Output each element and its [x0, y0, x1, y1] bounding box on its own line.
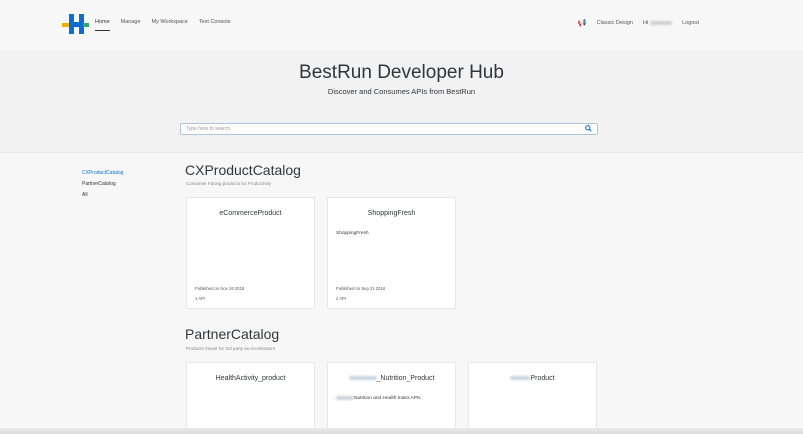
top-bar: Home Manage My Workspace Test Console 📢 …	[0, 0, 803, 50]
redacted-text	[510, 376, 531, 381]
catalog-sidebar: CXProductCatalog PartnerCatalog All	[82, 170, 123, 203]
sidebar-item-cxproductcatalog[interactable]: CXProductCatalog	[82, 170, 123, 176]
logout-link[interactable]: Logout	[682, 20, 699, 26]
card-description: Nutrition and Health Index APIs	[336, 395, 446, 402]
redacted-text	[336, 395, 354, 400]
main-nav: Home Manage My Workspace Test Console	[95, 19, 242, 31]
card-published-date: Published on Nov 26 2018	[195, 286, 245, 291]
section-title: CXProductCatalog	[185, 162, 301, 178]
card-published-date: Published on Sep 21 2018	[336, 286, 386, 291]
card-title[interactable]: ShoppingFresh	[328, 210, 455, 217]
nav-manage[interactable]: Manage	[121, 19, 141, 25]
section-subtitle: Consumer Facing products for Productivit…	[186, 181, 272, 186]
divider	[0, 152, 803, 153]
search-icon[interactable]	[585, 125, 592, 134]
page-bottom-edge	[0, 428, 803, 434]
classic-design-link[interactable]: Classic Design	[597, 20, 633, 26]
section-title: PartnerCatalog	[185, 326, 280, 342]
section-subtitle: Products meant for 3rd party as Accelera…	[186, 346, 276, 351]
product-card-ecommerceproduct[interactable]: eCommerceProduct Published on Nov 26 201…	[186, 197, 315, 309]
product-card-nutrition[interactable]: _Nutrition_Product Nutrition and Health …	[327, 362, 456, 434]
card-title[interactable]: HealthActivity_product	[187, 375, 314, 382]
redacted-text	[348, 376, 377, 381]
sidebar-item-all[interactable]: All	[82, 192, 123, 198]
card-title[interactable]: Product	[469, 375, 596, 382]
user-nav: 📢 Classic Design Hi Logout	[568, 19, 699, 27]
product-card-product[interactable]: Product	[468, 362, 597, 434]
card-title[interactable]: _Nutrition_Product	[328, 375, 455, 382]
user-greeting: Hi	[643, 20, 673, 26]
user-name-redacted	[650, 20, 673, 25]
logo-icon[interactable]	[62, 12, 89, 36]
product-card-shoppingfresh[interactable]: ShoppingFresh ShoppingFresh Published on…	[327, 197, 456, 309]
hero-banner: BestRun Developer Hub Discover and Consu…	[0, 50, 803, 152]
page-title: BestRun Developer Hub	[299, 62, 504, 83]
nav-home[interactable]: Home	[95, 19, 110, 31]
card-api-count: 2 API	[336, 296, 347, 301]
card-api-count: 1 API	[195, 296, 206, 301]
search-placeholder: Type here to search	[186, 126, 231, 132]
nav-my-workspace[interactable]: My Workspace	[152, 19, 188, 25]
product-card-healthactivity[interactable]: HealthActivity_product	[186, 362, 315, 434]
card-title[interactable]: eCommerceProduct	[187, 210, 314, 217]
megaphone-icon[interactable]: 📢	[578, 19, 587, 27]
sidebar-item-partnercatalog[interactable]: PartnerCatalog	[82, 181, 123, 187]
card-description: ShoppingFresh	[336, 231, 369, 236]
page-subtitle: Discover and Consumes APIs from BestRun	[327, 87, 476, 96]
nav-test-console[interactable]: Test Console	[199, 19, 231, 25]
search-input[interactable]: Type here to search	[180, 123, 598, 135]
